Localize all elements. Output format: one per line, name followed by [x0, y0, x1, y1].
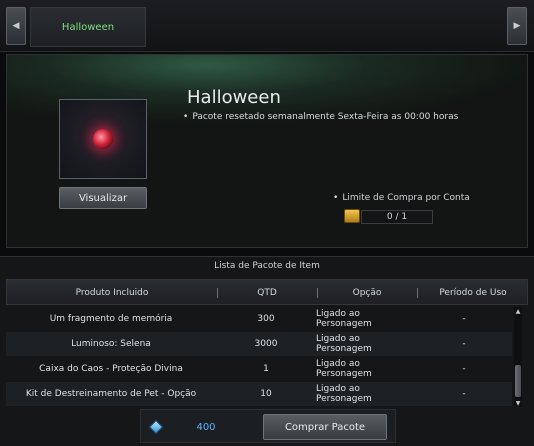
column-header-product: Produto Incluido — [75, 288, 149, 298]
list-scrollbar[interactable]: ▲ ▼ — [514, 307, 522, 407]
purchase-limit-counter: 0 / 1 — [361, 210, 433, 224]
table-row[interactable]: Caixa do Caos - Proteção Divina 1 Ligado… — [6, 357, 512, 381]
cell-option: Ligado ao Personagem — [316, 384, 372, 404]
prev-arrow-button[interactable]: ◀ — [6, 7, 26, 45]
cell-option: Ligado ao Personagem — [316, 359, 372, 379]
reset-note-text: Pacote resetado semanalmente Sexta-Feira… — [192, 112, 459, 122]
reset-note: • Pacote resetado semanalmente Sexta-Feir… — [183, 112, 458, 122]
cell-qty: 300 — [257, 314, 275, 324]
buy-package-button[interactable]: Comprar Pacote — [263, 414, 387, 440]
bullet-icon: • — [183, 112, 189, 122]
bullet-icon: • — [333, 193, 339, 203]
scrollbar-thumb[interactable] — [515, 365, 521, 397]
package-detail-panel: Visualizar Halloween • Pacote resetado se… — [6, 54, 528, 248]
column-header-period: Período de Uso — [439, 288, 507, 298]
cell-product: Luminoso: Selena — [71, 339, 151, 349]
table-row[interactable]: Luminoso: Selena 3000 Ligado ao Personag… — [6, 332, 512, 356]
column-header-option: Opção — [352, 288, 382, 298]
red-gem-icon — [93, 129, 113, 149]
cell-period: - — [462, 314, 466, 324]
chevron-left-icon: ◀ — [12, 21, 20, 31]
purchase-footer: 400 Comprar Pacote — [140, 409, 396, 443]
next-arrow-button[interactable]: ▶ — [507, 7, 527, 45]
package-tab-bar: ◀ Halloween ▶ — [0, 0, 534, 52]
column-header-qty: QTD — [257, 288, 277, 298]
cell-product: Um fragmento de memória — [49, 314, 173, 324]
cell-period: - — [462, 339, 466, 349]
cell-option: Ligado ao Personagem — [316, 309, 372, 329]
chevron-right-icon: ▶ — [513, 21, 521, 31]
package-price: 400 — [196, 421, 216, 433]
cell-period: - — [462, 364, 466, 374]
purchase-limit-text: Limite de Compra por Conta — [342, 193, 470, 203]
cell-qty: 10 — [260, 389, 272, 399]
scroll-up-icon[interactable]: ▲ — [514, 307, 522, 315]
cell-product: Kit de Destreinamento de Pet - Opção — [25, 389, 197, 399]
table-body: Um fragmento de memória 300 Ligado ao Pe… — [6, 307, 512, 407]
table-row[interactable]: Um fragmento de memória 300 Ligado ao Pe… — [6, 307, 512, 331]
tab-label: Halloween — [61, 21, 115, 33]
cell-product: Caixa do Caos - Proteção Divina — [39, 364, 183, 374]
table-header: Produto Incluido QTD Opção Período de Us… — [6, 279, 528, 305]
cell-option: Ligado ao Personagem — [316, 334, 372, 354]
tab-halloween[interactable]: Halloween — [30, 7, 146, 47]
diamond-icon — [148, 419, 164, 435]
cell-qty: 1 — [263, 364, 269, 374]
table-row[interactable]: Kit de Destreinamento de Pet - Opção 10 … — [6, 382, 512, 406]
package-thumbnail — [59, 99, 147, 179]
item-list-title: Lista de Pacote de Item — [214, 261, 320, 271]
purchase-limit-label: • Limite de Compra por Conta — [333, 193, 470, 203]
cell-qty: 3000 — [254, 339, 278, 349]
cell-period: - — [462, 389, 466, 399]
preview-button[interactable]: Visualizar — [59, 187, 147, 209]
package-item-list: Lista de Pacote de Item Produto Incluido… — [0, 256, 534, 446]
package-title: Halloween — [187, 87, 281, 108]
treasure-chest-icon — [344, 209, 360, 223]
scroll-down-icon[interactable]: ▼ — [514, 399, 522, 407]
